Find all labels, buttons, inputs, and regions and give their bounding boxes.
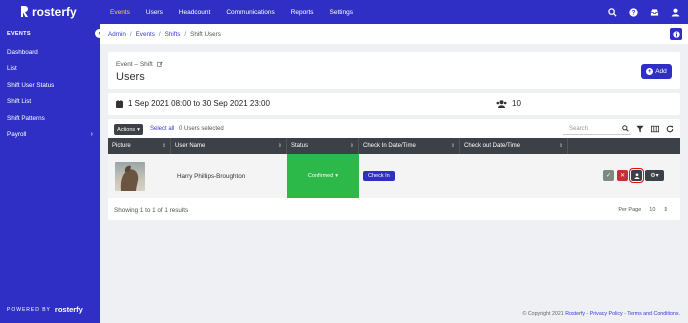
page-title: Users — [116, 71, 145, 83]
table-toolbar: Actions ▾ Select all 0 Users selected Se… — [108, 119, 680, 138]
search-icon — [622, 125, 629, 132]
sort-icon: ⇕ — [161, 143, 166, 149]
brand-name: rosterfy — [32, 5, 77, 19]
per-page-selector[interactable]: Per Page 10 ⇕ — [618, 207, 668, 213]
search-icon[interactable] — [608, 7, 617, 17]
sort-icon: ⇕ — [450, 143, 455, 149]
breadcrumb-current: Shift Users — [190, 30, 221, 38]
info-button[interactable] — [670, 28, 682, 40]
cell-user-name: Harry Phillips-Broughton — [177, 172, 246, 180]
powered-by-brand: rosterfy — [54, 305, 83, 314]
edit-icon[interactable] — [156, 61, 163, 68]
columns-icon[interactable] — [651, 125, 659, 133]
breadcrumb-admin[interactable]: Admin — [108, 31, 126, 38]
calendar-icon — [116, 99, 123, 108]
sidebar-item-list[interactable]: List — [0, 61, 100, 78]
gear-icon: ⚙▾ — [650, 173, 659, 179]
table-tool-icons — [636, 125, 674, 133]
user-profile-button[interactable] — [629, 168, 644, 183]
shift-summary-card: 1 Sep 2021 08:00 to 30 Sep 2021 23:00 10 — [108, 93, 680, 115]
powered-by-label: POWERED BY — [7, 306, 51, 313]
main-nav: Events Users Headcount Communications Re… — [102, 0, 361, 24]
caret-down-icon: ▾ — [137, 126, 140, 133]
sidebar: EVENTS ‹ Dashboard List Shift User Statu… — [0, 24, 104, 323]
plus-icon: + — [646, 68, 654, 75]
inbox-icon[interactable] — [650, 8, 659, 17]
table-header: Picture ⇕ User Name ⇕ Status ⇕ Check In Dat… — [108, 138, 680, 154]
status-badge[interactable]: Confirmed ▾ — [287, 154, 359, 198]
breadcrumb: Admin / Events / Shifts / Shift Users — [100, 24, 688, 44]
page-header-card: Event – Shift Users + Add — [108, 52, 680, 89]
sidebar-section-title: EVENTS — [7, 31, 31, 37]
cell-check-out — [460, 154, 568, 198]
column-header-check-in[interactable]: Check In Date/Time ⇕ — [359, 138, 460, 154]
nav-events[interactable]: Events — [102, 0, 138, 24]
selected-count: 0 Users selected — [179, 126, 224, 132]
rosterfy-logo-icon — [20, 5, 29, 20]
user-icon — [633, 172, 640, 179]
cell-picture — [108, 154, 171, 198]
cell-check-in: Check In — [359, 154, 460, 198]
search-input[interactable]: Search — [563, 123, 631, 135]
select-all-link[interactable]: Select all — [150, 126, 174, 132]
brand-logo[interactable]: rosterfy — [0, 5, 100, 20]
column-header-status[interactable]: Status ⇕ — [287, 138, 359, 154]
help-icon[interactable]: ? — [629, 7, 638, 17]
account-icon[interactable] — [671, 8, 680, 17]
close-icon: ✕ — [619, 173, 626, 179]
reject-button[interactable]: ✕ — [617, 170, 628, 181]
chevron-updown-icon: ⇕ — [663, 207, 668, 213]
nav-users[interactable]: Users — [138, 0, 171, 24]
nav-communications[interactable]: Communications — [218, 0, 282, 24]
sort-icon: ⇕ — [349, 143, 354, 149]
sidebar-item-shift-user-status[interactable]: Shift User Status — [0, 77, 100, 94]
results-summary: Showing 1 to 1 of 1 results — [114, 207, 189, 214]
brand-link[interactable]: Rosterfy — [565, 311, 585, 317]
info-icon — [672, 30, 680, 38]
column-header-user-name[interactable]: User Name ⇕ — [171, 138, 287, 154]
caret-down-icon: ▾ — [335, 173, 339, 179]
column-header-actions — [568, 138, 680, 154]
actions-dropdown[interactable]: Actions ▾ — [114, 124, 143, 135]
cell-row-actions: ✓ ✕ ⚙▾ — [568, 154, 680, 198]
powered-by: POWERED BY rosterfy — [7, 305, 83, 314]
nav-settings[interactable]: Settings — [322, 0, 362, 24]
svg-text:?: ? — [632, 9, 636, 16]
filter-icon[interactable] — [636, 125, 644, 133]
user-avatar[interactable] — [115, 161, 145, 191]
terms-link[interactable]: Terms and Conditions. — [627, 311, 680, 317]
users-table-card: Actions ▾ Select all 0 Users selected Se… — [108, 119, 680, 220]
check-in-button[interactable]: Check In — [363, 171, 395, 181]
sidebar-item-label: Payroll — [7, 131, 27, 139]
column-header-picture[interactable]: Picture ⇕ — [108, 138, 171, 154]
copyright-footer: © Copyright 2021 Rosterfy - Privacy Poli… — [522, 311, 680, 317]
sort-icon: ⇕ — [558, 143, 563, 149]
chevron-right-icon: › — [90, 131, 93, 139]
sidebar-item-dashboard[interactable]: Dashboard — [0, 44, 100, 61]
top-navbar: rosterfy Events Users Headcount Communic… — [0, 0, 688, 24]
nav-headcount[interactable]: Headcount — [171, 0, 218, 24]
shift-dates: 1 Sep 2021 08:00 to 30 Sep 2021 23:00 — [116, 99, 270, 108]
users-icon — [496, 99, 507, 108]
sort-icon: ⇕ — [277, 143, 282, 149]
breadcrumb-shifts[interactable]: Shifts — [165, 31, 181, 38]
users-count: 10 — [496, 99, 521, 108]
page-subtitle: Event – Shift — [116, 61, 163, 68]
settings-dropdown-button[interactable]: ⚙▾ — [645, 170, 664, 181]
sidebar-item-shift-list[interactable]: Shift List — [0, 94, 100, 111]
refresh-icon[interactable] — [666, 125, 674, 133]
sidebar-item-payroll[interactable]: Payroll › — [0, 127, 100, 144]
approve-button[interactable]: ✓ — [603, 170, 614, 181]
row-action-buttons: ✓ ✕ ⚙▾ — [603, 168, 664, 183]
top-icons: ? — [608, 0, 680, 24]
add-button[interactable]: + Add — [641, 64, 672, 79]
table-row: Harry Phillips-Broughton Confirmed ▾ Che… — [108, 154, 680, 198]
check-icon: ✓ — [605, 173, 612, 179]
column-header-check-out[interactable]: Check out Date/Time ⇕ — [460, 138, 568, 154]
nav-reports[interactable]: Reports — [283, 0, 322, 24]
sidebar-item-shift-patterns[interactable]: Shift Patterns — [0, 110, 100, 127]
breadcrumb-events[interactable]: Events — [136, 31, 155, 38]
privacy-policy-link[interactable]: Privacy Policy — [590, 311, 623, 317]
